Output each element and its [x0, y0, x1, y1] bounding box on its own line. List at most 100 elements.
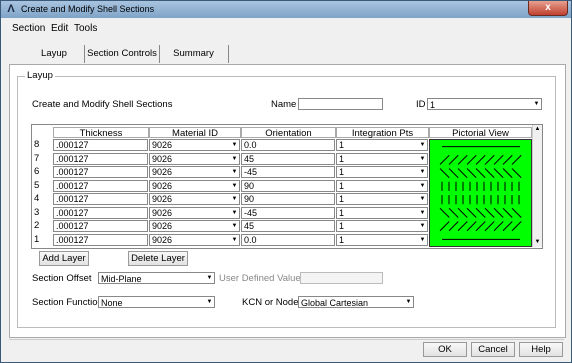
- chevron-down-icon[interactable]: ▼: [418, 235, 427, 245]
- chevron-down-icon[interactable]: ▼: [418, 167, 427, 177]
- layup-group-label: Layup: [25, 70, 55, 81]
- name-input[interactable]: [298, 98, 383, 110]
- chevron-down-icon[interactable]: ▼: [418, 140, 427, 150]
- header-pictorial-view: Pictorial View: [429, 127, 532, 139]
- integration-pts-select[interactable]: 1 ▼: [336, 234, 428, 246]
- integration-pts-select[interactable]: 1 ▼: [336, 193, 428, 205]
- integration-pts-select[interactable]: 1 ▼: [336, 166, 428, 178]
- section-offset-value: Mid-Plane: [101, 274, 142, 284]
- ply-line: [484, 221, 495, 232]
- tab-layup[interactable]: Layup: [29, 45, 79, 63]
- add-layer-button[interactable]: Add Layer: [39, 251, 89, 266]
- material-select[interactable]: 9026 ▼: [149, 234, 240, 246]
- thickness-input[interactable]: .000127: [53, 193, 148, 205]
- row-number: 2: [34, 220, 40, 231]
- ply-line: [511, 168, 522, 179]
- header-material-id: Material ID: [149, 127, 241, 139]
- kcn-select[interactable]: Global Cartesian ▼: [298, 296, 414, 308]
- menu-tools[interactable]: Tools: [74, 23, 97, 34]
- material-value: 9026: [152, 140, 173, 150]
- thickness-input[interactable]: .000127: [53, 139, 148, 151]
- material-select[interactable]: 9026 ▼: [149, 207, 240, 219]
- ply-line: [493, 168, 504, 179]
- tab-section-controls[interactable]: Section Controls: [85, 45, 159, 63]
- section-offset-select[interactable]: Mid-Plane ▼: [98, 272, 215, 284]
- integration-pts-value: 1: [339, 194, 345, 204]
- table-scrollbar[interactable]: ▲ ▼: [532, 125, 542, 247]
- material-select[interactable]: 9026 ▼: [149, 166, 240, 178]
- chevron-down-icon[interactable]: ▼: [404, 297, 413, 307]
- ply-line: [466, 207, 477, 218]
- chevron-down-icon[interactable]: ▼: [230, 221, 239, 231]
- chevron-down-icon[interactable]: ▼: [230, 167, 239, 177]
- section-function-select[interactable]: None ▼: [98, 296, 215, 308]
- orientation-input[interactable]: 45: [241, 220, 335, 232]
- menu-edit[interactable]: Edit: [51, 23, 68, 34]
- chevron-down-icon[interactable]: ▼: [230, 235, 239, 245]
- ply-line: [448, 154, 459, 165]
- tab-divider: [159, 45, 160, 63]
- thickness-input[interactable]: .000127: [53, 166, 148, 178]
- orientation-input[interactable]: 90: [241, 180, 335, 192]
- thickness-input[interactable]: .000127: [53, 220, 148, 232]
- thickness-input[interactable]: .000127: [53, 207, 148, 219]
- chevron-down-icon[interactable]: ▼: [230, 194, 239, 204]
- chevron-down-icon[interactable]: ▼: [418, 221, 427, 231]
- orientation-input[interactable]: 0.0: [241, 234, 335, 246]
- orientation-input[interactable]: -45: [241, 166, 335, 178]
- material-select[interactable]: 9026 ▼: [149, 193, 240, 205]
- integration-pts-select[interactable]: 1 ▼: [336, 139, 428, 151]
- menu-section[interactable]: Section: [12, 23, 45, 34]
- kcn-value: Global Cartesian: [301, 298, 369, 308]
- chevron-down-icon[interactable]: ▼: [418, 181, 427, 191]
- integration-pts-select[interactable]: 1 ▼: [336, 207, 428, 219]
- user-defined-input[interactable]: [300, 272, 383, 284]
- tab-divider: [228, 45, 229, 63]
- chevron-down-icon[interactable]: ▼: [230, 181, 239, 191]
- dialog-window: Λ Create and Modify Shell Sections x Sec…: [0, 0, 572, 363]
- integration-pts-select[interactable]: 1 ▼: [336, 153, 428, 165]
- thickness-input[interactable]: .000127: [53, 180, 148, 192]
- ply-line: [484, 154, 495, 165]
- thickness-input[interactable]: .000127: [53, 234, 148, 246]
- ply-line: [457, 154, 468, 165]
- chevron-down-icon[interactable]: ▼: [230, 140, 239, 150]
- chevron-down-icon[interactable]: ▼: [418, 154, 427, 164]
- help-button[interactable]: Help: [519, 342, 563, 357]
- chevron-down-icon[interactable]: ▼: [205, 297, 214, 307]
- scroll-down-icon[interactable]: ▼: [533, 238, 542, 247]
- material-select[interactable]: 9026 ▼: [149, 139, 240, 151]
- id-select[interactable]: 1 ▼: [427, 98, 542, 110]
- material-select[interactable]: 9026 ▼: [149, 220, 240, 232]
- chevron-down-icon[interactable]: ▼: [205, 273, 214, 283]
- chevron-down-icon[interactable]: ▼: [418, 194, 427, 204]
- footer-divider: [9, 339, 564, 340]
- chevron-down-icon[interactable]: ▼: [532, 99, 541, 109]
- ply-line: [475, 221, 486, 232]
- name-label: Name: [271, 99, 297, 110]
- window-title: Create and Modify Shell Sections: [21, 4, 155, 14]
- title-bar[interactable]: Λ Create and Modify Shell Sections x: [1, 1, 571, 18]
- integration-pts-select[interactable]: 1 ▼: [336, 220, 428, 232]
- orientation-input[interactable]: 45: [241, 153, 335, 165]
- ply-line: [466, 168, 477, 179]
- integration-pts-select[interactable]: 1 ▼: [336, 180, 428, 192]
- close-button[interactable]: x: [528, 1, 568, 16]
- chevron-down-icon[interactable]: ▼: [230, 208, 239, 218]
- scroll-up-icon[interactable]: ▲: [533, 125, 542, 134]
- ply-line: [493, 207, 504, 218]
- delete-layer-button[interactable]: Delete Layer: [128, 251, 188, 266]
- cancel-button[interactable]: Cancel: [471, 342, 515, 357]
- orientation-input[interactable]: 90: [241, 193, 335, 205]
- material-select[interactable]: 9026 ▼: [149, 180, 240, 192]
- orientation-input[interactable]: -45: [241, 207, 335, 219]
- ply-line: [475, 207, 486, 218]
- ply-diagram: [439, 146, 522, 240]
- chevron-down-icon[interactable]: ▼: [230, 154, 239, 164]
- chevron-down-icon[interactable]: ▼: [418, 208, 427, 218]
- material-select[interactable]: 9026 ▼: [149, 153, 240, 165]
- ok-button[interactable]: OK: [423, 342, 467, 357]
- tab-summary[interactable]: Summary: [166, 45, 221, 63]
- thickness-input[interactable]: .000127: [53, 153, 148, 165]
- orientation-input[interactable]: 0.0: [241, 139, 335, 151]
